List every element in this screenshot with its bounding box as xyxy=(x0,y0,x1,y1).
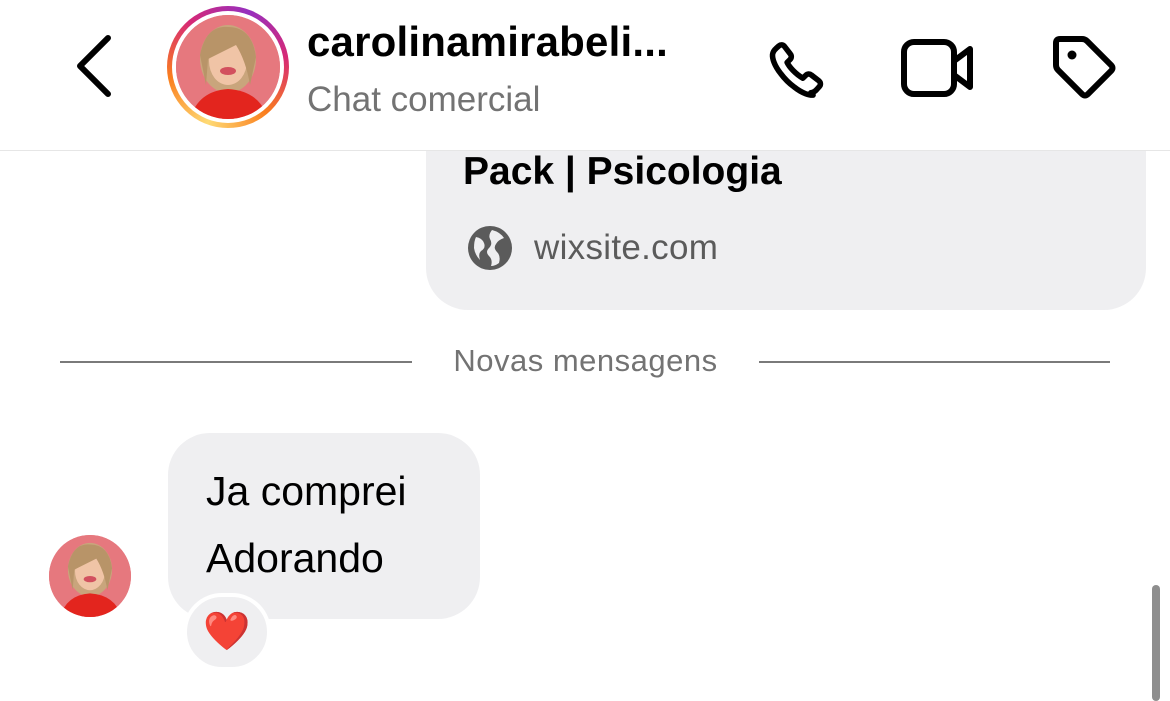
back-button[interactable] xyxy=(62,30,126,102)
new-messages-separator: Novas mensagens xyxy=(453,343,718,378)
avatar-image xyxy=(176,15,280,119)
message-text-line: Adorando xyxy=(206,535,384,581)
phone-icon xyxy=(769,42,824,98)
link-preview-domain: wixsite.com xyxy=(534,228,719,267)
chat-title[interactable]: carolinamirabeli... xyxy=(307,18,727,66)
profile-avatar[interactable] xyxy=(167,6,289,128)
video-call-button[interactable] xyxy=(898,28,978,108)
chat-subtitle: Chat comercial xyxy=(307,80,541,119)
chat-header: carolinamirabeli... Chat comercial xyxy=(0,0,1170,151)
sender-avatar[interactable] xyxy=(49,535,131,617)
video-camera-icon xyxy=(901,39,973,97)
separator-line-right xyxy=(759,361,1110,363)
link-preview-title: Pack | Psicologia xyxy=(463,150,782,193)
separator-line-left xyxy=(60,361,412,363)
chat-screen: carolinamirabeli... Chat comercial Pack … xyxy=(0,0,1170,701)
message-text-line: Ja comprei xyxy=(206,468,407,514)
call-button[interactable] xyxy=(755,28,835,108)
tag-icon xyxy=(1053,36,1116,99)
link-preview-domain-row: wixsite.com xyxy=(466,224,718,272)
globe-icon xyxy=(468,226,512,270)
label-button[interactable] xyxy=(1043,28,1123,108)
scrollbar[interactable] xyxy=(1152,585,1160,701)
chevron-left-icon xyxy=(77,35,111,97)
heart-reaction[interactable]: ❤️ xyxy=(183,593,271,671)
message-bubble[interactable]: Ja comprei Adorando xyxy=(168,433,480,619)
